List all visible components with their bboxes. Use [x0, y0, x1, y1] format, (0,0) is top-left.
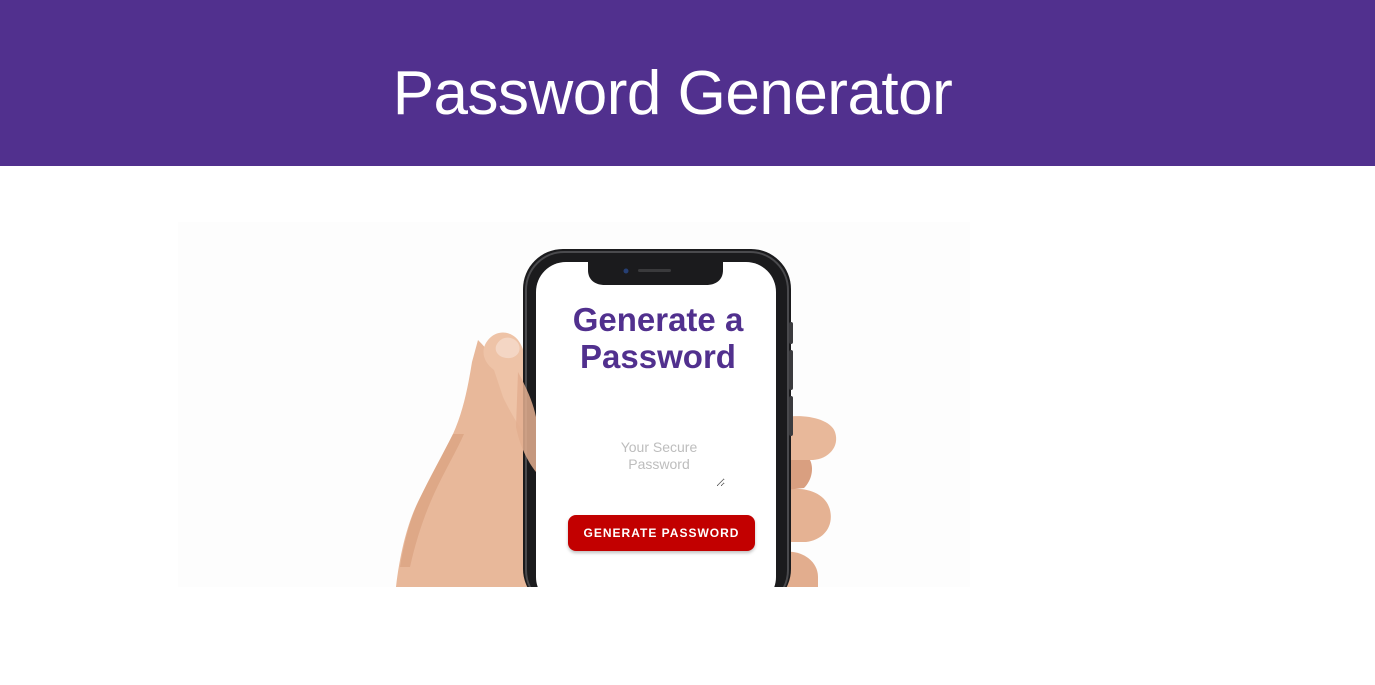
phone-screen-content: Generate a Password GENERATE PASSWORD: [538, 267, 774, 587]
finger-2: [786, 488, 831, 542]
password-output-field[interactable]: [593, 437, 725, 487]
generate-password-button[interactable]: GENERATE PASSWORD: [568, 515, 755, 551]
hero-card: Generate a Password GENERATE PASSWORD: [178, 222, 970, 587]
finger-1: [786, 416, 837, 460]
page-header: Password Generator: [0, 0, 1375, 166]
side-button-3: [789, 396, 793, 436]
side-button-2: [789, 350, 793, 390]
card-heading: Generate a Password: [572, 301, 744, 375]
side-button-1: [789, 322, 793, 344]
page-title: Password Generator: [392, 59, 953, 128]
